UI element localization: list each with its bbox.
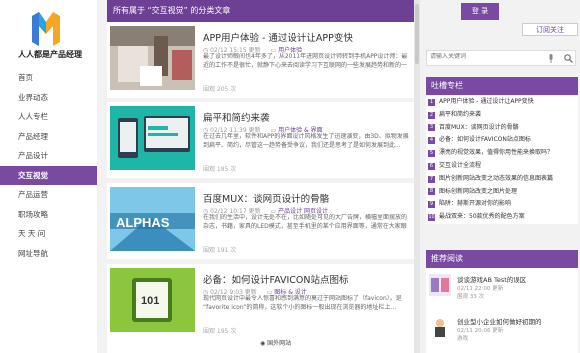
- watermark-text: 国外网站: [267, 340, 292, 347]
- search-input[interactable]: [430, 53, 540, 60]
- column-item-number: 4: [428, 137, 435, 145]
- right-sidebar: 登 录 订阅关注 吐槽专栏 1 APP用户体验 - 通过设计让APP变快 2 扁平和简…: [423, 0, 580, 353]
- column-item-number: 8: [428, 188, 435, 196]
- column-item-number: 6: [428, 162, 435, 170]
- article-excerpt: 最了设计师眼间也4年多了，从2011年进网页设计师转到手机APP设计师：最近的工…: [203, 53, 408, 69]
- column-item[interactable]: 6 交互设计全流程: [426, 160, 578, 173]
- recommend-title[interactable]: 谈谈游戏AB Test的误区: [457, 274, 526, 284]
- column-item-label[interactable]: 图标创新网站改变之图片处理: [439, 186, 517, 199]
- nav-item[interactable]: 业界动态: [0, 88, 97, 108]
- column-item[interactable]: 1 APP用户体验 - 通过设计让APP变快: [426, 96, 578, 109]
- category-header: 所有属于 “交互视觉” 的分类文章: [107, 0, 417, 22]
- nav-item[interactable]: 首页: [0, 68, 97, 88]
- recommend-item[interactable]: 谈谈游戏AB Test的误区 02/11 22:00 更新 围观 33 次: [429, 274, 577, 310]
- article-title[interactable]: 扁平和简约来袭: [203, 110, 270, 124]
- nav-item[interactable]: 网址导航: [0, 244, 97, 264]
- nav-item[interactable]: 交互视觉: [0, 165, 97, 185]
- column-item-label[interactable]: 扁平和简约来袭: [439, 109, 481, 122]
- globe-icon: ◉: [260, 340, 266, 347]
- nav-item[interactable]: 天 天 问: [0, 224, 97, 244]
- article-views: 围观 191 次: [203, 247, 237, 254]
- recommend-meta: 02/11 20:06 更新: [457, 328, 504, 334]
- column-item[interactable]: 5 漂亮的视觉效果，值得你用性能来换取吗？: [426, 147, 578, 160]
- article-card[interactable]: APP用户体验 - 通过设计让APP变快 ◷ 02/12 15:15 更新 ▭ …: [107, 22, 417, 98]
- column-item-label[interactable]: 最战双来：50款优秀的配色方案: [439, 211, 525, 224]
- column-item[interactable]: 3 百度MUX：谈网页设计的骨骼: [426, 122, 578, 135]
- column-item-number: 9: [428, 201, 435, 209]
- column-item-number: 10: [428, 214, 435, 222]
- article-thumbnail[interactable]: 101: [110, 268, 195, 332]
- article-thumbnail[interactable]: [110, 106, 195, 170]
- left-sidebar: 人人都是产品经理 首页 业界动态 人人专栏 产品经理 产品设计 交互视觉 产品运营 职场攻略天…: [0, 0, 97, 353]
- article-card[interactable]: ALPHAS 百度MUX：谈网页设计的骨骼 ◷ 02/12 10:17 更新 ▭…: [107, 183, 417, 259]
- recommend-meta: 02/11 22:00 更新: [457, 286, 504, 292]
- follow-button[interactable]: 订阅关注: [522, 23, 578, 36]
- column-item-label[interactable]: APP用户体验 - 通过设计让APP变快: [439, 96, 534, 109]
- article-title[interactable]: 百度MUX：谈网页设计的骨骼: [203, 191, 329, 205]
- search-box: [426, 50, 576, 66]
- main-column: 所有属于 “交互视觉” 的分类文章 APP用户体验 - 通过设计让APP变快 ◷…: [107, 0, 417, 353]
- nav-item[interactable]: 人人专栏: [0, 107, 97, 127]
- login-button[interactable]: 登 录: [461, 3, 499, 20]
- mic-icon[interactable]: [548, 54, 554, 63]
- watermark-logo: ◉ 国外网站: [260, 338, 291, 347]
- column-item-number: 5: [428, 150, 435, 158]
- recommend-thumbnail[interactable]: [429, 316, 451, 338]
- main-nav: 首页 业界动态 人人专栏 产品经理 产品设计 交互视觉 产品运营 职场攻略天 天 问网址导航: [0, 68, 97, 263]
- column-item-label[interactable]: 必备：如何设计FAVICON站点图标: [439, 134, 531, 147]
- column-item-label[interactable]: 百度MUX：谈网页设计的骨骼: [439, 122, 519, 135]
- article-views: 围观 185 次: [203, 166, 237, 173]
- site-logo-icon[interactable]: [30, 12, 62, 46]
- column-item-number: 2: [428, 111, 435, 119]
- column-item[interactable]: 9 陷阱：赫斯开源对你的影响: [426, 198, 578, 211]
- column-item-label[interactable]: 陷阱：赫斯开源对你的影响: [439, 198, 511, 211]
- column-item-number: 7: [428, 175, 435, 183]
- article-views: 围观 195 次: [203, 328, 237, 335]
- svg-text:ALPHAS: ALPHAS: [116, 215, 170, 230]
- column-item-number: 1: [428, 98, 435, 106]
- recommend-list: 谈谈游戏AB Test的误区 02/11 22:00 更新 围观 33 次 创业…: [426, 268, 578, 353]
- article-thumbnail[interactable]: ALPHAS: [110, 187, 195, 251]
- column-item-number: 3: [428, 124, 435, 132]
- recommend-thumbnail[interactable]: [429, 274, 451, 296]
- site-name[interactable]: 人人都是产品经理: [4, 49, 96, 60]
- column-panel-title: 吐槽专栏: [426, 77, 578, 95]
- nav-item[interactable]: 产品设计: [0, 146, 97, 166]
- article-thumbnail[interactable]: [110, 26, 195, 90]
- article-views: 围观 205 次: [203, 86, 237, 93]
- column-item-label[interactable]: 漂亮的视觉效果，值得你用性能来换取吗？: [439, 147, 553, 160]
- column-item[interactable]: 7 图片创新网站改变之动态效果的信息图表篇: [426, 173, 578, 186]
- recommend-title[interactable]: 创业型小企业如何做好初期的: [457, 316, 542, 326]
- scrollbar-thumb[interactable]: [415, 4, 419, 64]
- svg-text:101: 101: [141, 295, 159, 307]
- page: 人人都是产品经理 首页 业界动态 人人专栏 产品经理 产品设计 交互视觉 产品运营 职场攻略天…: [0, 0, 580, 353]
- column-item[interactable]: 4 必备：如何设计FAVICON站点图标: [426, 134, 578, 147]
- column-item[interactable]: 10 最战双来：50款优秀的配色方案: [426, 211, 578, 224]
- nav-item[interactable]: 产品经理: [0, 127, 97, 147]
- recommend-panel-title: 推荐阅读: [426, 250, 578, 268]
- column-item-label[interactable]: 交互设计全流程: [439, 160, 481, 173]
- column-item[interactable]: 2 扁平和简约来袭: [426, 109, 578, 122]
- article-excerpt: 在我们的生活中，设计无处不在，比如随处可见的大厂告牌，横幅里面摆放的杂志，书籍，…: [203, 214, 408, 230]
- article-title[interactable]: 必备：如何设计FAVICON站点图标: [203, 272, 349, 286]
- article-excerpt: 现代网页设计中最令人惊喜和感到满意的莫过于网站图标了（favicon）。是 “f…: [203, 295, 402, 311]
- article-excerpt: 在过去几年里，软件和APP的界面设计风格发生了迅速演变，由3D、拟物发展到扁平、…: [203, 133, 409, 149]
- article-title[interactable]: APP用户体验 - 通过设计让APP变快: [203, 30, 353, 44]
- recommend-views: 游戏: [457, 336, 469, 342]
- recommend-item[interactable]: 创业型小企业如何做好初期的 02/11 20:06 更新 游戏: [429, 316, 577, 350]
- search-icon[interactable]: [564, 54, 573, 63]
- article-card[interactable]: 扁平和简约来袭 ◷ 02/12 11:39 更新 ▭ 用户体验 & 界面 在过去…: [107, 102, 417, 178]
- nav-item[interactable]: 职场攻略: [0, 205, 97, 225]
- nav-item[interactable]: 产品运营: [0, 185, 97, 205]
- column-item-label[interactable]: 图片创新网站改变之动态效果的信息图表篇: [439, 173, 553, 186]
- column-item[interactable]: 8 图标创新网站改变之图片处理: [426, 186, 578, 199]
- recommend-views: 围观 33 次: [457, 294, 484, 300]
- column-list: 1 APP用户体验 - 通过设计让APP变快 2 扁平和简约来袭 3 百度MUX：谈网页设…: [426, 96, 578, 224]
